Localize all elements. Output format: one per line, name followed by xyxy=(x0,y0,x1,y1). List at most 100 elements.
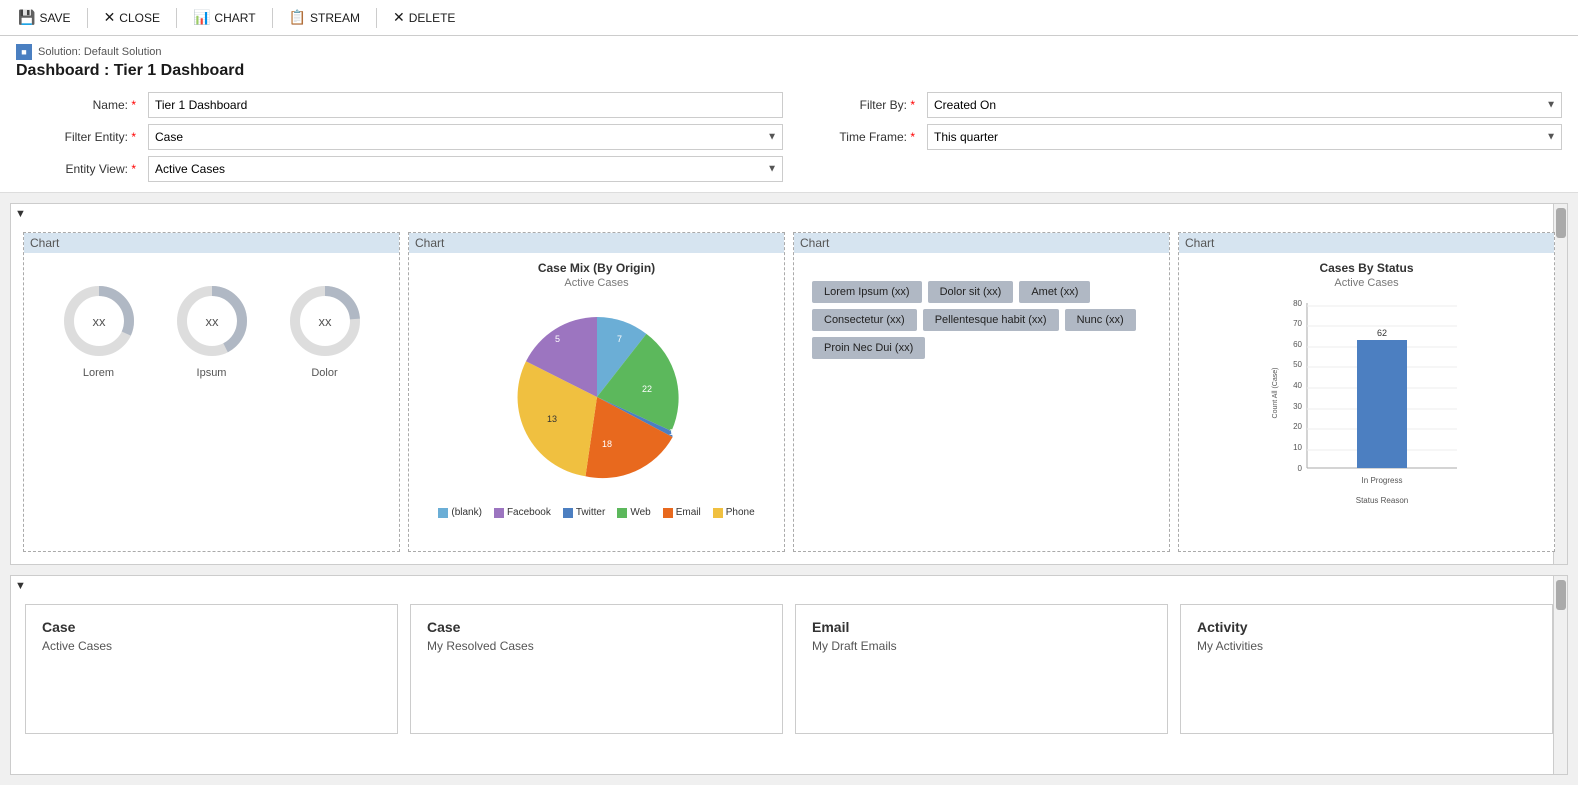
legend-facebook: Facebook xyxy=(494,507,551,518)
stream-icon: 📋 xyxy=(289,9,306,26)
time-frame-select[interactable]: This quarter xyxy=(927,124,1562,150)
charts-section: ▼ Chart xx Lorem xyxy=(10,203,1568,565)
legend-blank: (blank) xyxy=(438,507,482,518)
tag-btn-5[interactable]: Nunc (xx) xyxy=(1065,309,1136,331)
scroll-thumb[interactable] xyxy=(1556,208,1566,238)
donut-sublabel-3: Dolor xyxy=(285,367,365,379)
list-scroll-thumb[interactable] xyxy=(1556,580,1566,610)
filter-by-select[interactable]: Created On xyxy=(927,92,1562,118)
list-card-title-3: Activity xyxy=(1197,619,1536,635)
filter-by-label: Filter By: xyxy=(795,98,915,112)
pie-label-email: 18 xyxy=(602,439,612,449)
donut-item-3: xx Dolor xyxy=(285,281,365,379)
filter-entity-label: Filter Entity: xyxy=(16,130,136,144)
time-frame-select-wrap: This quarter ▼ xyxy=(927,124,1562,150)
close-button[interactable]: ✕ CLOSE xyxy=(96,6,168,29)
list-card-sub-0: Active Cases xyxy=(42,639,381,653)
save-button[interactable]: 💾 SAVE xyxy=(10,6,79,29)
list-section-collapse-icon[interactable]: ▼ xyxy=(15,580,26,592)
list-card-0[interactable]: Case Active Cases xyxy=(25,604,398,734)
list-card-title-0: Case xyxy=(42,619,381,635)
list-card-title-1: Case xyxy=(427,619,766,635)
chart-button[interactable]: 📊 CHART xyxy=(185,6,264,29)
tag-btn-2[interactable]: Amet (xx) xyxy=(1019,281,1090,303)
chart2-header: Chart xyxy=(409,233,784,253)
donut-item-1: xx Lorem xyxy=(59,281,139,379)
list-card-title-2: Email xyxy=(812,619,1151,635)
delete-icon: ✕ xyxy=(393,9,405,26)
chart2-subtitle: Active Cases xyxy=(417,277,776,289)
svg-text:10: 10 xyxy=(1293,443,1302,452)
toolbar-separator-2 xyxy=(176,8,177,28)
toolbar-separator-4 xyxy=(376,8,377,28)
tag-btn-4[interactable]: Pellentesque habit (xx) xyxy=(923,309,1059,331)
name-label: Name: xyxy=(16,98,136,112)
charts-section-collapse-icon[interactable]: ▼ xyxy=(15,208,26,220)
donut-sublabel-1: Lorem xyxy=(59,367,139,379)
legend-twitter: Twitter xyxy=(563,507,605,518)
svg-text:50: 50 xyxy=(1293,360,1302,369)
chart3-header: Chart xyxy=(794,233,1169,253)
entity-view-select-wrap: Active Cases ▼ xyxy=(148,156,783,182)
filter-entity-select-wrap: Case ▼ xyxy=(148,124,783,150)
pie-label-twitter: 1 xyxy=(669,428,674,437)
legend-dot-email xyxy=(663,508,673,518)
tag-btn-1[interactable]: Dolor sit (xx) xyxy=(928,281,1014,303)
vertical-scrollbar[interactable] xyxy=(1553,204,1567,564)
legend-dot-twitter xyxy=(563,508,573,518)
pie-label-facebook: 5 xyxy=(555,334,560,344)
pie-chart-svg: 7 22 18 13 5 1 xyxy=(497,297,697,497)
bar-x-label: In Progress xyxy=(1361,476,1402,485)
tag-btn-3[interactable]: Consectetur (xx) xyxy=(812,309,917,331)
svg-text:70: 70 xyxy=(1293,319,1302,328)
legend-web: Web xyxy=(617,507,650,518)
bar-in-progress xyxy=(1357,340,1407,468)
toolbar-separator xyxy=(87,8,88,28)
list-card-sub-2: My Draft Emails xyxy=(812,639,1151,653)
list-card-3[interactable]: Activity My Activities xyxy=(1180,604,1553,734)
svg-text:20: 20 xyxy=(1293,422,1302,431)
bar-chart-svg: 0 10 20 30 40 50 60 70 80 xyxy=(1267,293,1467,513)
chart2-title: Case Mix (By Origin) xyxy=(417,261,776,275)
tag-btn-0[interactable]: Lorem Ipsum (xx) xyxy=(812,281,922,303)
chart4-subtitle: Active Cases xyxy=(1187,277,1546,289)
chart1-donut-area: xx Lorem xx Ipsum xyxy=(32,261,391,399)
name-input[interactable] xyxy=(148,92,783,118)
chart1-header: Chart xyxy=(24,233,399,253)
dashboard-title: Dashboard : Tier 1 Dashboard xyxy=(16,62,1562,80)
bar-value-label: 62 xyxy=(1376,328,1386,338)
stream-button[interactable]: 📋 STREAM xyxy=(281,6,368,29)
donut-label-3: xx xyxy=(318,314,332,329)
donut-svg-3: xx xyxy=(285,281,365,361)
delete-button[interactable]: ✕ DELETE xyxy=(385,6,463,29)
legend-email: Email xyxy=(663,507,701,518)
toolbar-separator-3 xyxy=(272,8,273,28)
filter-entity-select[interactable]: Case xyxy=(148,124,783,150)
entity-view-select[interactable]: Active Cases xyxy=(148,156,783,182)
donut-svg-2: xx xyxy=(172,281,252,361)
donut-sublabel-2: Ipsum xyxy=(172,367,252,379)
entity-view-label: Entity View: xyxy=(16,162,136,176)
donut-svg-1: xx xyxy=(59,281,139,361)
legend-dot-phone xyxy=(713,508,723,518)
list-card-1[interactable]: Case My Resolved Cases xyxy=(410,604,783,734)
svg-text:0: 0 xyxy=(1297,464,1302,473)
list-card-2[interactable]: Email My Draft Emails xyxy=(795,604,1168,734)
svg-text:40: 40 xyxy=(1293,381,1302,390)
toolbar: 💾 SAVE ✕ CLOSE 📊 CHART 📋 STREAM ✕ DELETE xyxy=(0,0,1578,36)
solution-icon: ■ xyxy=(16,44,32,60)
donut-label-1: xx xyxy=(92,314,106,329)
pie-label-web: 22 xyxy=(642,384,652,394)
chart4-title: Cases By Status xyxy=(1187,261,1546,275)
chart-box-3: Chart Lorem Ipsum (xx) Dolor sit (xx)Amet… xyxy=(793,232,1170,552)
bar-status-reason-label: Status Reason xyxy=(1355,496,1407,505)
pie-label-phone: 13 xyxy=(547,414,557,424)
list-vertical-scrollbar[interactable] xyxy=(1553,576,1567,774)
close-icon: ✕ xyxy=(104,9,116,26)
list-cards-row: Case Active CasesCase My Resolved CasesE… xyxy=(11,592,1567,746)
chart2-legend: (blank) Facebook Twitter Web xyxy=(417,507,776,518)
time-frame-label: Time Frame: xyxy=(795,130,915,144)
filter-by-select-wrap: Created On ▼ xyxy=(927,92,1562,118)
save-icon: 💾 xyxy=(18,9,35,26)
tag-btn-6[interactable]: Proin Nec Dui (xx) xyxy=(812,337,925,359)
